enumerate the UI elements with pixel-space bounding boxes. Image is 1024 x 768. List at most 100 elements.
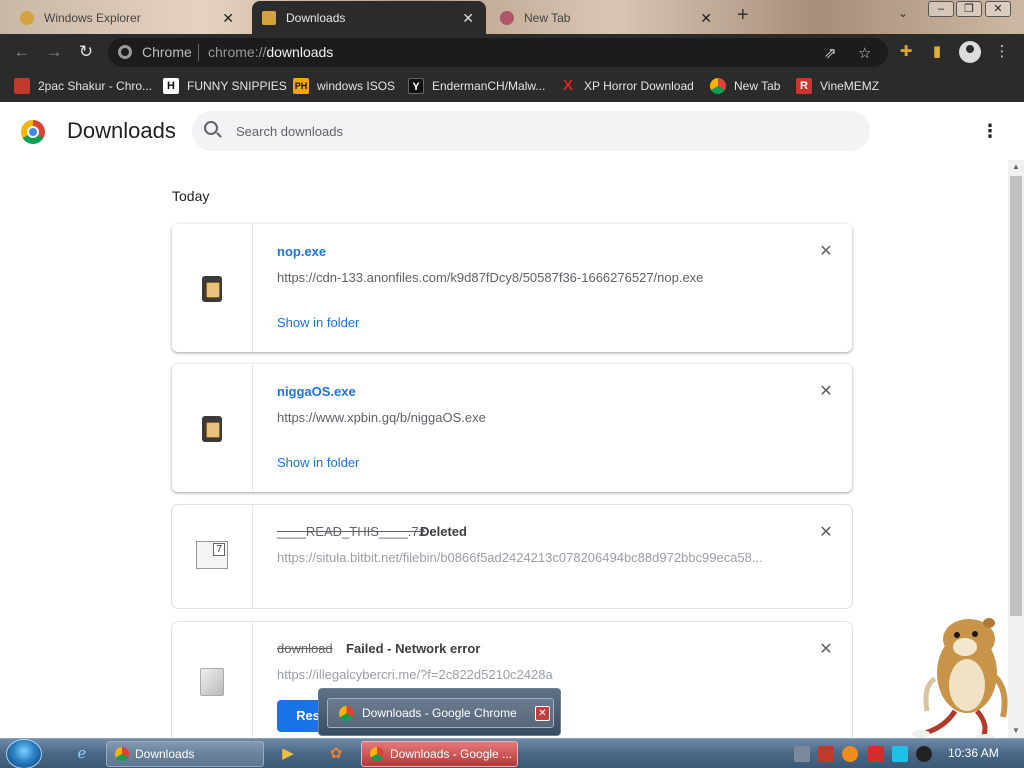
file-name-link[interactable]: nop.exe (277, 244, 326, 259)
remove-icon[interactable]: ✕ (818, 525, 834, 541)
tab-downloads[interactable]: Downloads ✕ (252, 1, 486, 34)
download-icon (262, 10, 276, 25)
search-input[interactable] (236, 122, 836, 140)
taskbar-button-downloads[interactable]: Downloads (106, 741, 264, 767)
bookmark-funny-snippies[interactable]: H FUNNY SNIPPIES (163, 77, 287, 95)
close-icon[interactable]: ✕ (700, 10, 712, 27)
download-item: niggaOS.exe https://www.xpbin.gq/b/nigga… (172, 364, 852, 492)
file-name: ____READ_THIS____.7z (277, 524, 426, 539)
chevron-down-icon[interactable]: ⌄ (898, 6, 908, 20)
bookmark-xp-horror[interactable]: X XP Horror Download (560, 77, 694, 95)
archive-file-icon: 7 (196, 541, 228, 569)
taskbar-button-chrome[interactable]: Downloads - Google ... (361, 741, 518, 767)
tray-v-icon[interactable] (818, 746, 834, 762)
download-item: nop.exe https://cdn-133.anonfiles.com/k9… (172, 224, 852, 352)
divider (198, 44, 199, 61)
reload-icon[interactable]: ↻ (76, 42, 96, 62)
window-close-button[interactable]: ✕ (985, 1, 1011, 17)
ph-logo-icon: PH (293, 78, 309, 94)
close-icon[interactable]: ✕ (222, 10, 234, 27)
bookmark-new-tab[interactable]: New Tab (710, 77, 780, 95)
minimize-button[interactable]: – (928, 1, 954, 17)
forward-icon[interactable]: → (44, 42, 64, 62)
tray-monitor-icon[interactable] (892, 746, 908, 762)
search-icon[interactable] (204, 121, 218, 135)
taskbar-thumbnail-popup[interactable]: Downloads - Google Chrome ✕ (318, 688, 561, 736)
page-header: Downloads ⋮ (0, 102, 1024, 160)
more-actions-icon[interactable]: ⋮ (980, 120, 1000, 142)
start-button[interactable] (6, 739, 42, 768)
bookmark-endermanch[interactable]: Y EndermanCH/Malw... (408, 77, 545, 95)
tab-title: New Tab (524, 10, 571, 25)
status-text: Deleted (420, 524, 467, 539)
side-panel-icon[interactable]: ▮ (927, 42, 947, 62)
remove-icon[interactable]: ✕ (818, 384, 834, 400)
bookmark-vinememz[interactable]: R VineMEMZ (796, 77, 879, 95)
close-icon[interactable]: ✕ (535, 706, 550, 721)
taskbar-button-label: Downloads - Google ... (390, 747, 513, 761)
page-title: Downloads (67, 118, 176, 143)
bookmark-label: New Tab (734, 79, 781, 93)
generic-file-icon (200, 668, 224, 696)
exe-file-icon (202, 276, 222, 302)
tab-title: Downloads (286, 10, 346, 25)
thumbnail-title: Downloads - Google Chrome (362, 706, 517, 720)
date-heading: Today (172, 188, 210, 204)
tab-favicon-icon (500, 10, 514, 25)
file-url[interactable]: https://www.xpbin.gq/b/niggaOS.exe (277, 410, 486, 425)
show-in-folder-link[interactable]: Show in folder (277, 315, 359, 330)
chrome-icon (710, 78, 726, 94)
taskbar-button-label: Downloads (135, 747, 195, 761)
tray-search-icon[interactable] (842, 746, 858, 762)
search-box[interactable] (192, 111, 870, 151)
remove-icon[interactable]: ✕ (818, 244, 834, 260)
clock[interactable]: 10:36 AM (948, 746, 999, 760)
file-icon-column (172, 622, 253, 752)
show-in-folder-link[interactable]: Show in folder (277, 455, 359, 470)
media-player-icon[interactable]: ▶ (278, 744, 298, 764)
download-item: 7 ____READ_THIS____.7z Deleted https://s… (172, 505, 852, 608)
internet-explorer-icon[interactable]: ℯ (72, 744, 92, 764)
bookmark-label: VineMEMZ (820, 79, 880, 93)
y-logo-icon: Y (408, 78, 424, 94)
share-icon[interactable]: ⇗ (824, 44, 837, 62)
screen: Windows Explorer ✕ Downloads ✕ New Tab ✕… (0, 0, 1024, 768)
bookmark-windows-isos[interactable]: PH windows ISOS (293, 77, 395, 95)
scrollbar-thumb[interactable] (1010, 176, 1022, 616)
extensions-icon[interactable]: ✚ (896, 42, 916, 62)
maximize-button[interactable]: ❐ (956, 1, 982, 17)
url-text[interactable]: chrome://downloads (208, 44, 333, 60)
back-icon[interactable]: ← (12, 42, 32, 62)
file-icon-column (172, 224, 253, 352)
file-url[interactable]: https://situla.bitbit.net/filebin/b0866f… (277, 550, 763, 565)
bookmark-label: XP Horror Download (584, 79, 694, 93)
thumbnail-item[interactable]: Downloads - Google Chrome ✕ (327, 698, 554, 728)
tray-volume-icon[interactable] (916, 746, 932, 762)
status-text: Failed - Network error (346, 641, 481, 656)
bookmark-2pac[interactable]: 2pac Shakur - Chro... (14, 77, 152, 95)
address-bar[interactable]: Chrome chrome://downloads ⇗ ☆ (108, 38, 888, 67)
tray-flag-icon[interactable] (868, 746, 884, 762)
new-tab-icon[interactable]: + (737, 4, 749, 27)
close-icon[interactable]: ✕ (462, 10, 474, 27)
file-url[interactable]: https://cdn-133.anonfiles.com/k9d87fDcy8… (277, 270, 703, 285)
taskbar: ℯ Downloads ▶ ✿ Downloads - Google ... 1… (0, 738, 1024, 768)
file-url[interactable]: https://illegalcybercri.me/?f=2c822d5210… (277, 667, 553, 682)
profile-icon[interactable] (959, 41, 981, 63)
tab-new-tab[interactable]: New Tab ✕ (490, 1, 724, 34)
bookmark-label: 2pac Shakur - Chro... (38, 79, 153, 93)
bookmark-label: windows ISOS (317, 79, 396, 93)
menu-icon[interactable]: ⋮ (992, 42, 1012, 62)
app-icon[interactable]: ✿ (326, 744, 346, 764)
exe-file-icon (202, 416, 222, 442)
tab-title: Windows Explorer (44, 10, 141, 25)
remove-icon[interactable]: ✕ (818, 642, 834, 658)
tab-strip: Windows Explorer ✕ Downloads ✕ New Tab ✕… (0, 0, 1024, 34)
star-icon[interactable]: ☆ (858, 44, 871, 62)
tray-app-icon[interactable] (794, 746, 810, 762)
scroll-up-icon[interactable]: ▲ (1012, 162, 1020, 171)
tab-windows-explorer[interactable]: Windows Explorer ✕ (10, 1, 246, 34)
downloads-page: Downloads ⋮ ▲ ▼ Today nop.exe https://cd… (0, 102, 1024, 752)
file-name-link[interactable]: niggaOS.exe (277, 384, 356, 399)
site-chip-label: Chrome (142, 44, 192, 60)
